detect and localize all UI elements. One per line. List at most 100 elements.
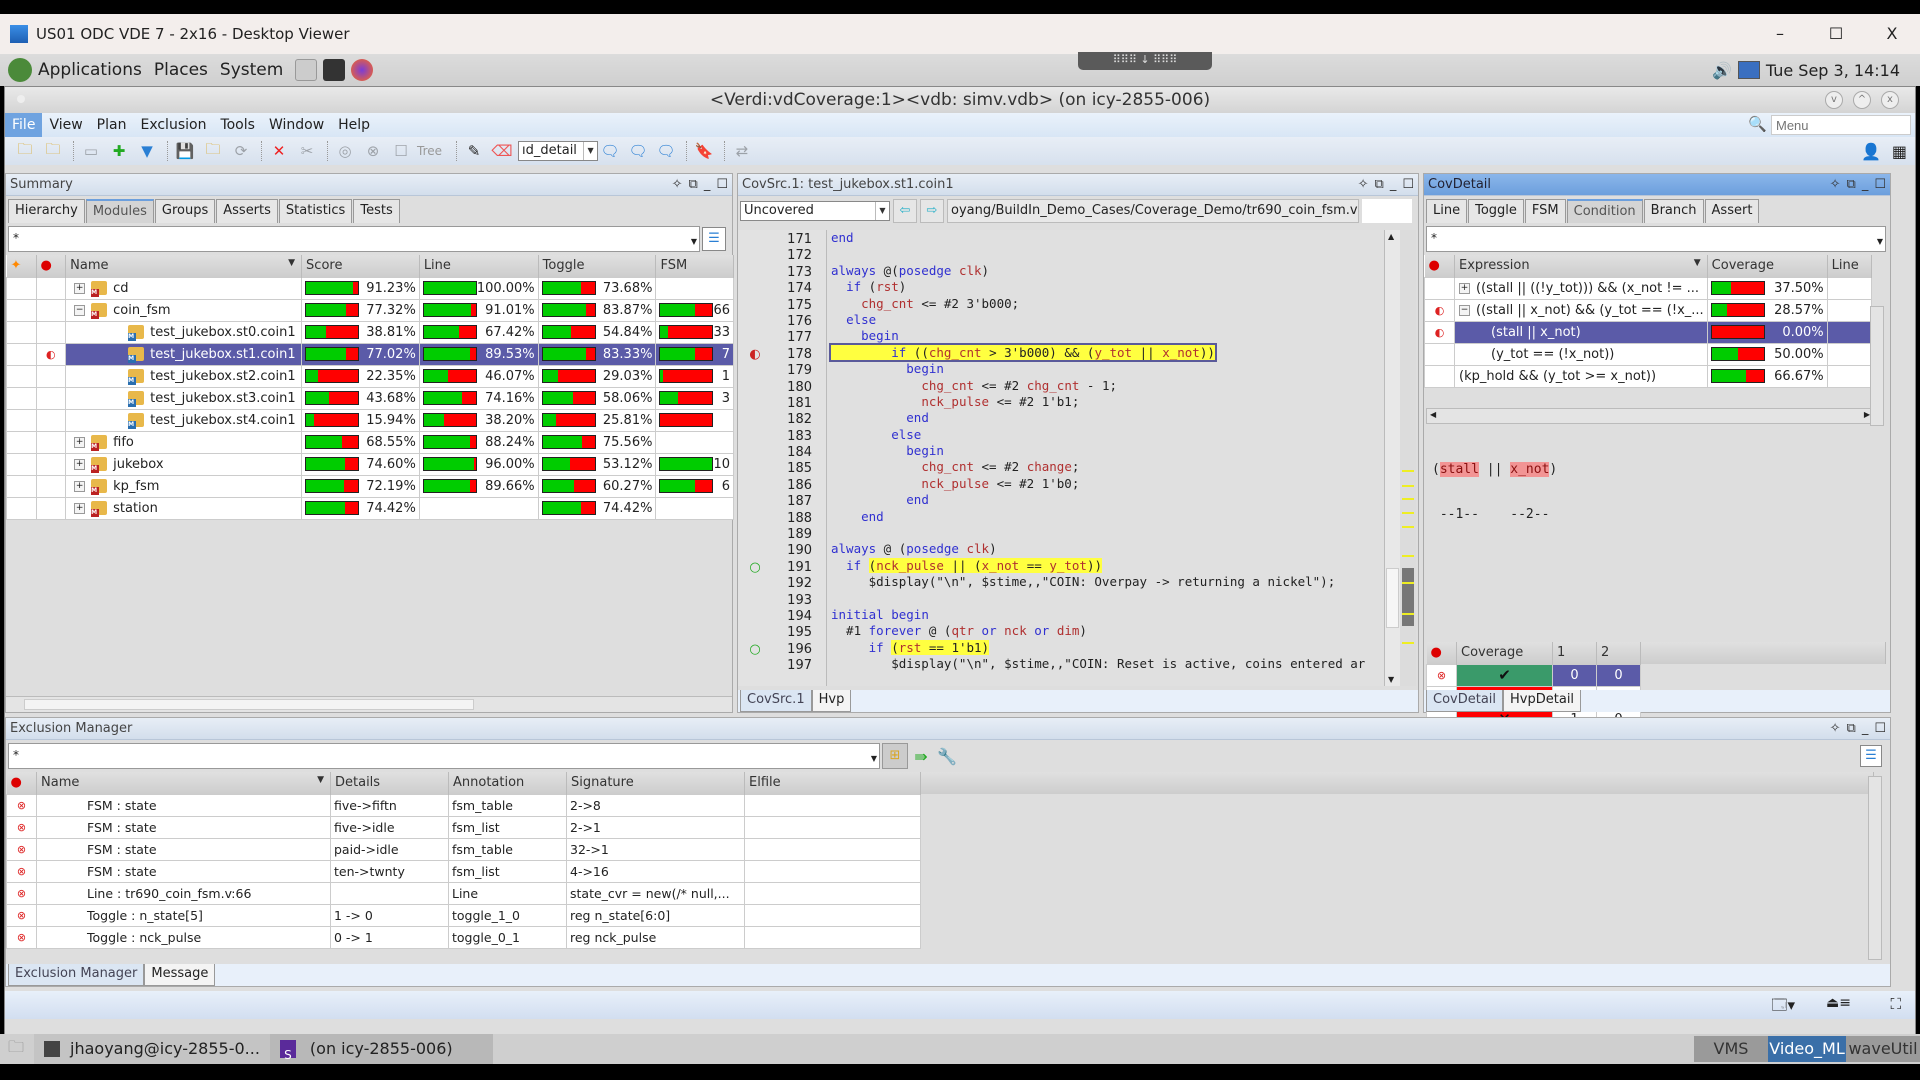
tab-covdetail[interactable]: CovDetail xyxy=(1426,690,1504,712)
condition-row[interactable]: ◐ (stall || x_not) 0.00% xyxy=(1424,320,1873,344)
wrench-icon[interactable]: 🔧 xyxy=(934,747,960,766)
partial-exclude-icon[interactable]: ◐ xyxy=(1435,304,1445,317)
tab-line[interactable]: Line xyxy=(1426,199,1468,223)
tab-hierarchy[interactable]: Hierarchy xyxy=(8,199,85,223)
refresh-icon[interactable]: ⟳ xyxy=(229,140,253,162)
tab-tests[interactable]: Tests xyxy=(353,199,400,223)
close-folder-icon[interactable]: 🗀 xyxy=(41,140,65,162)
undock-icon[interactable]: ⧉ xyxy=(1375,174,1384,196)
code-line[interactable]: end xyxy=(827,492,1384,508)
detail-dropdown[interactable]: ıd_detail ▼ xyxy=(518,141,599,161)
column-settings-icon[interactable]: ☰ xyxy=(702,227,726,251)
code-line[interactable]: always @(posedge clk) xyxy=(827,263,1384,279)
source-search-field[interactable] xyxy=(1362,199,1412,223)
coverage-filter-dropdown[interactable]: Uncovered ▼ xyxy=(740,201,890,221)
minimize-pane-icon[interactable]: _ xyxy=(704,174,711,196)
workspace-video-ml[interactable]: Video_ML xyxy=(1768,1036,1846,1062)
minimize-pane-icon[interactable]: _ xyxy=(1862,718,1869,740)
clock[interactable]: Tue Sep 3, 14:14 xyxy=(1766,61,1900,80)
table-row[interactable]: Mtest_jukebox.st2.coin1 22.35% 46.07% 29.03… xyxy=(6,364,734,388)
pin-icon[interactable]: ✧ xyxy=(1358,174,1369,196)
maximize-pane-icon[interactable]: ☐ xyxy=(1874,174,1886,196)
maximize-button[interactable]: ☐ xyxy=(1808,14,1864,54)
workspace-vms[interactable]: VMS xyxy=(1694,1036,1768,1062)
maximize-pane-icon[interactable]: ☐ xyxy=(1402,174,1414,196)
exclude-icon[interactable]: ⊗ xyxy=(17,931,26,944)
open-folder-icon[interactable]: 🗀 xyxy=(13,140,37,162)
minimize-pane-icon[interactable]: _ xyxy=(1390,174,1397,196)
code-line[interactable]: if (rst == 1'b1) xyxy=(827,639,1384,656)
exclusion-filter-input[interactable]: * ▼ xyxy=(8,743,880,769)
code-line[interactable]: if (rst) xyxy=(827,279,1384,295)
expand-toggle[interactable]: − xyxy=(1459,304,1470,316)
expand-toggle[interactable]: + xyxy=(74,282,86,294)
checkbox-icon[interactable]: ☐ xyxy=(389,140,413,162)
cancel-circle-icon[interactable]: ⊗ xyxy=(361,140,385,162)
vertical-scrollbar[interactable] xyxy=(1870,306,1884,426)
col-line[interactable]: Line xyxy=(419,255,539,277)
term-2[interactable]: x_not xyxy=(1510,462,1550,477)
exclude-icon[interactable]: ⊗ xyxy=(17,821,26,834)
scroll-up-icon[interactable]: ▲ xyxy=(1388,232,1394,241)
remove-exclusion-icon[interactable]: ▭ xyxy=(79,140,103,162)
code-line[interactable]: chg_cnt <= #2 3'b000; xyxy=(827,296,1384,312)
window-close-icon[interactable]: x xyxy=(1881,91,1899,109)
condition-row[interactable]: (y_tot == (!x_not)) 50.00% xyxy=(1424,342,1873,366)
undock-icon[interactable]: ⧉ xyxy=(689,174,698,196)
menu-search-input[interactable] xyxy=(1771,115,1911,135)
exclusion-tree-icon[interactable]: ⊞ xyxy=(882,743,908,769)
maximize-pane-icon[interactable]: ☐ xyxy=(716,174,728,196)
table-row[interactable]: Mtest_jukebox.st4.coin1 15.94% 38.20% 25.81… xyxy=(6,408,734,432)
horizontal-scrollbar[interactable] xyxy=(6,696,732,712)
code-line[interactable] xyxy=(827,591,1384,607)
filter-exclusion-icon[interactable]: ▼ xyxy=(135,140,159,162)
code-line[interactable]: end xyxy=(827,410,1384,426)
window-shade-icon[interactable]: v xyxy=(1825,91,1843,109)
prev-uncovered-icon[interactable]: ⇦ xyxy=(893,199,917,223)
bookmark-icon[interactable]: 🔖 xyxy=(692,140,716,162)
places-menu[interactable]: Places xyxy=(154,60,208,80)
menu-tools[interactable]: Tools xyxy=(213,113,262,137)
filter-comment-icon[interactable]: 🗨 xyxy=(654,140,678,162)
vertical-scrollbar[interactable] xyxy=(1868,776,1882,960)
exclusion-row[interactable]: ⊗ Toggle : nck_pulse 0 -> 1 toggle_0_1 reg n… xyxy=(6,925,1874,949)
expand-toggle[interactable]: + xyxy=(74,480,86,492)
exclusion-row[interactable]: ⊗ FSM : state five->idle fsm_list 2->1 xyxy=(6,815,1874,839)
code-line[interactable]: #1 forever @ (qtr or nck or dim) xyxy=(827,623,1384,639)
tree-toggle[interactable]: Tree xyxy=(417,144,442,158)
menu-file[interactable]: File xyxy=(5,113,43,137)
pin-icon[interactable]: ✧ xyxy=(1830,718,1841,740)
col-expression[interactable]: Expression ▼ xyxy=(1454,255,1708,277)
maximize-pane-icon[interactable]: ☐ xyxy=(1874,718,1886,740)
horizontal-scrollbar[interactable]: ◀ ▶ xyxy=(1426,408,1874,424)
workspace-waveutil[interactable]: waveUtil xyxy=(1846,1036,1920,1062)
close-button[interactable]: X xyxy=(1864,14,1920,54)
file-cabinet-icon[interactable] xyxy=(295,59,318,81)
code-line[interactable]: $display("\n", $stime,,"COIN: Overpay ->… xyxy=(827,574,1384,590)
network-icon[interactable] xyxy=(1738,61,1760,79)
scrollbar-thumb[interactable] xyxy=(24,699,474,710)
code-line[interactable]: always @ (posedge clk) xyxy=(827,541,1384,557)
code-line[interactable]: end xyxy=(827,230,1384,246)
exclusion-row[interactable]: ⊗ FSM : state paid->idle fsm_table 32->1 xyxy=(6,837,1874,861)
menu-plan[interactable]: Plan xyxy=(90,113,134,137)
table-row[interactable]: Mtest_jukebox.st3.coin1 43.68% 74.16% 58.06… xyxy=(6,386,734,410)
code-line[interactable]: chg_cnt <= #2 chg_cnt - 1; xyxy=(827,378,1384,394)
condition-row[interactable]: + ((stall || ((!y_tot))) && (x_not != ...… xyxy=(1424,276,1873,300)
collapse-panes-icon[interactable]: ⏏≡ xyxy=(1826,995,1851,1011)
menu-exclusion[interactable]: Exclusion xyxy=(133,113,213,137)
col-toggle[interactable]: Toggle xyxy=(538,255,657,277)
user-icon[interactable]: 👤 xyxy=(1861,142,1881,161)
tab-assert[interactable]: Assert xyxy=(1704,199,1760,223)
panel-handle[interactable]: ⠿⠿⠿ ↓ ⠿⠿⠿ xyxy=(1078,52,1212,70)
code-line[interactable]: nck_pulse <= #2 1'b0; xyxy=(827,476,1384,492)
table-row[interactable]: Mtest_jukebox.st0.coin1 38.81% 67.42% 54.84… xyxy=(6,320,734,344)
code-line[interactable] xyxy=(827,246,1384,262)
tab-groups[interactable]: Groups xyxy=(154,199,216,223)
tab-exclusion-manager[interactable]: Exclusion Manager xyxy=(8,964,145,986)
exclusion-row[interactable]: ⊗ FSM : state ten->twnty fsm_list 4->16 xyxy=(6,859,1874,883)
eraser-icon[interactable]: ⌫ xyxy=(490,140,514,162)
code-line[interactable]: end xyxy=(827,509,1384,525)
show-desktop-icon[interactable]: 🗀 xyxy=(8,1036,24,1063)
code-line[interactable]: if (nck_pulse || (x_not == y_tot)) xyxy=(827,557,1384,574)
